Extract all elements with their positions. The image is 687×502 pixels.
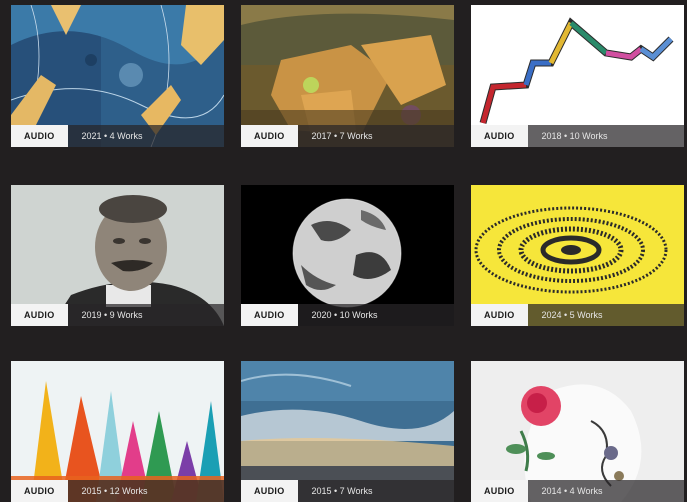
card-meta: 2018 • 10 Works <box>541 131 608 141</box>
card-meta: 2019 • 9 Works <box>81 310 143 320</box>
card-info-bar: AUDIO 2015 • 12 Works <box>11 480 224 502</box>
collection-card-9[interactable]: AUDIO 2014 • 4 Works <box>471 361 684 502</box>
card-meta: 2020 • 10 Works <box>311 310 378 320</box>
category-badge[interactable]: AUDIO <box>241 304 298 326</box>
category-badge[interactable]: AUDIO <box>471 480 528 502</box>
card-meta: 2014 • 4 Works <box>541 486 603 496</box>
card-info-bar: AUDIO 2018 • 10 Works <box>471 125 684 147</box>
card-meta: 2017 • 7 Works <box>311 131 373 141</box>
card-meta: 2024 • 5 Works <box>541 310 603 320</box>
card-info-bar: AUDIO 2017 • 7 Works <box>241 125 454 147</box>
category-badge[interactable]: AUDIO <box>11 304 68 326</box>
card-info-bar: AUDIO 2024 • 5 Works <box>471 304 684 326</box>
card-info-bar: AUDIO 2019 • 9 Works <box>11 304 224 326</box>
collection-card-3[interactable]: AUDIO 2018 • 10 Works <box>471 5 684 147</box>
category-badge[interactable]: AUDIO <box>471 125 528 147</box>
collection-card-8[interactable]: AUDIO 2015 • 7 Works <box>241 361 454 502</box>
category-badge[interactable]: AUDIO <box>241 125 298 147</box>
collection-card-1[interactable]: AUDIO 2021 • 4 Works <box>11 5 224 147</box>
card-meta: 2021 • 4 Works <box>81 131 143 141</box>
collection-card-6[interactable]: AUDIO 2024 • 5 Works <box>471 185 684 326</box>
card-info-bar: AUDIO 2014 • 4 Works <box>471 480 684 502</box>
card-info-bar: AUDIO 2020 • 10 Works <box>241 304 454 326</box>
collection-card-7[interactable]: AUDIO 2015 • 12 Works <box>11 361 224 502</box>
collection-card-4[interactable]: AUDIO 2019 • 9 Works <box>11 185 224 326</box>
card-info-bar: AUDIO 2015 • 7 Works <box>241 480 454 502</box>
card-info-bar: AUDIO 2021 • 4 Works <box>11 125 224 147</box>
category-badge[interactable]: AUDIO <box>241 480 298 502</box>
collection-card-5[interactable]: AUDIO 2020 • 10 Works <box>241 185 454 326</box>
category-badge[interactable]: AUDIO <box>11 480 68 502</box>
card-meta: 2015 • 12 Works <box>81 486 148 496</box>
category-badge[interactable]: AUDIO <box>11 125 68 147</box>
collection-card-2[interactable]: AUDIO 2017 • 7 Works <box>241 5 454 147</box>
category-badge[interactable]: AUDIO <box>471 304 528 326</box>
card-meta: 2015 • 7 Works <box>311 486 373 496</box>
